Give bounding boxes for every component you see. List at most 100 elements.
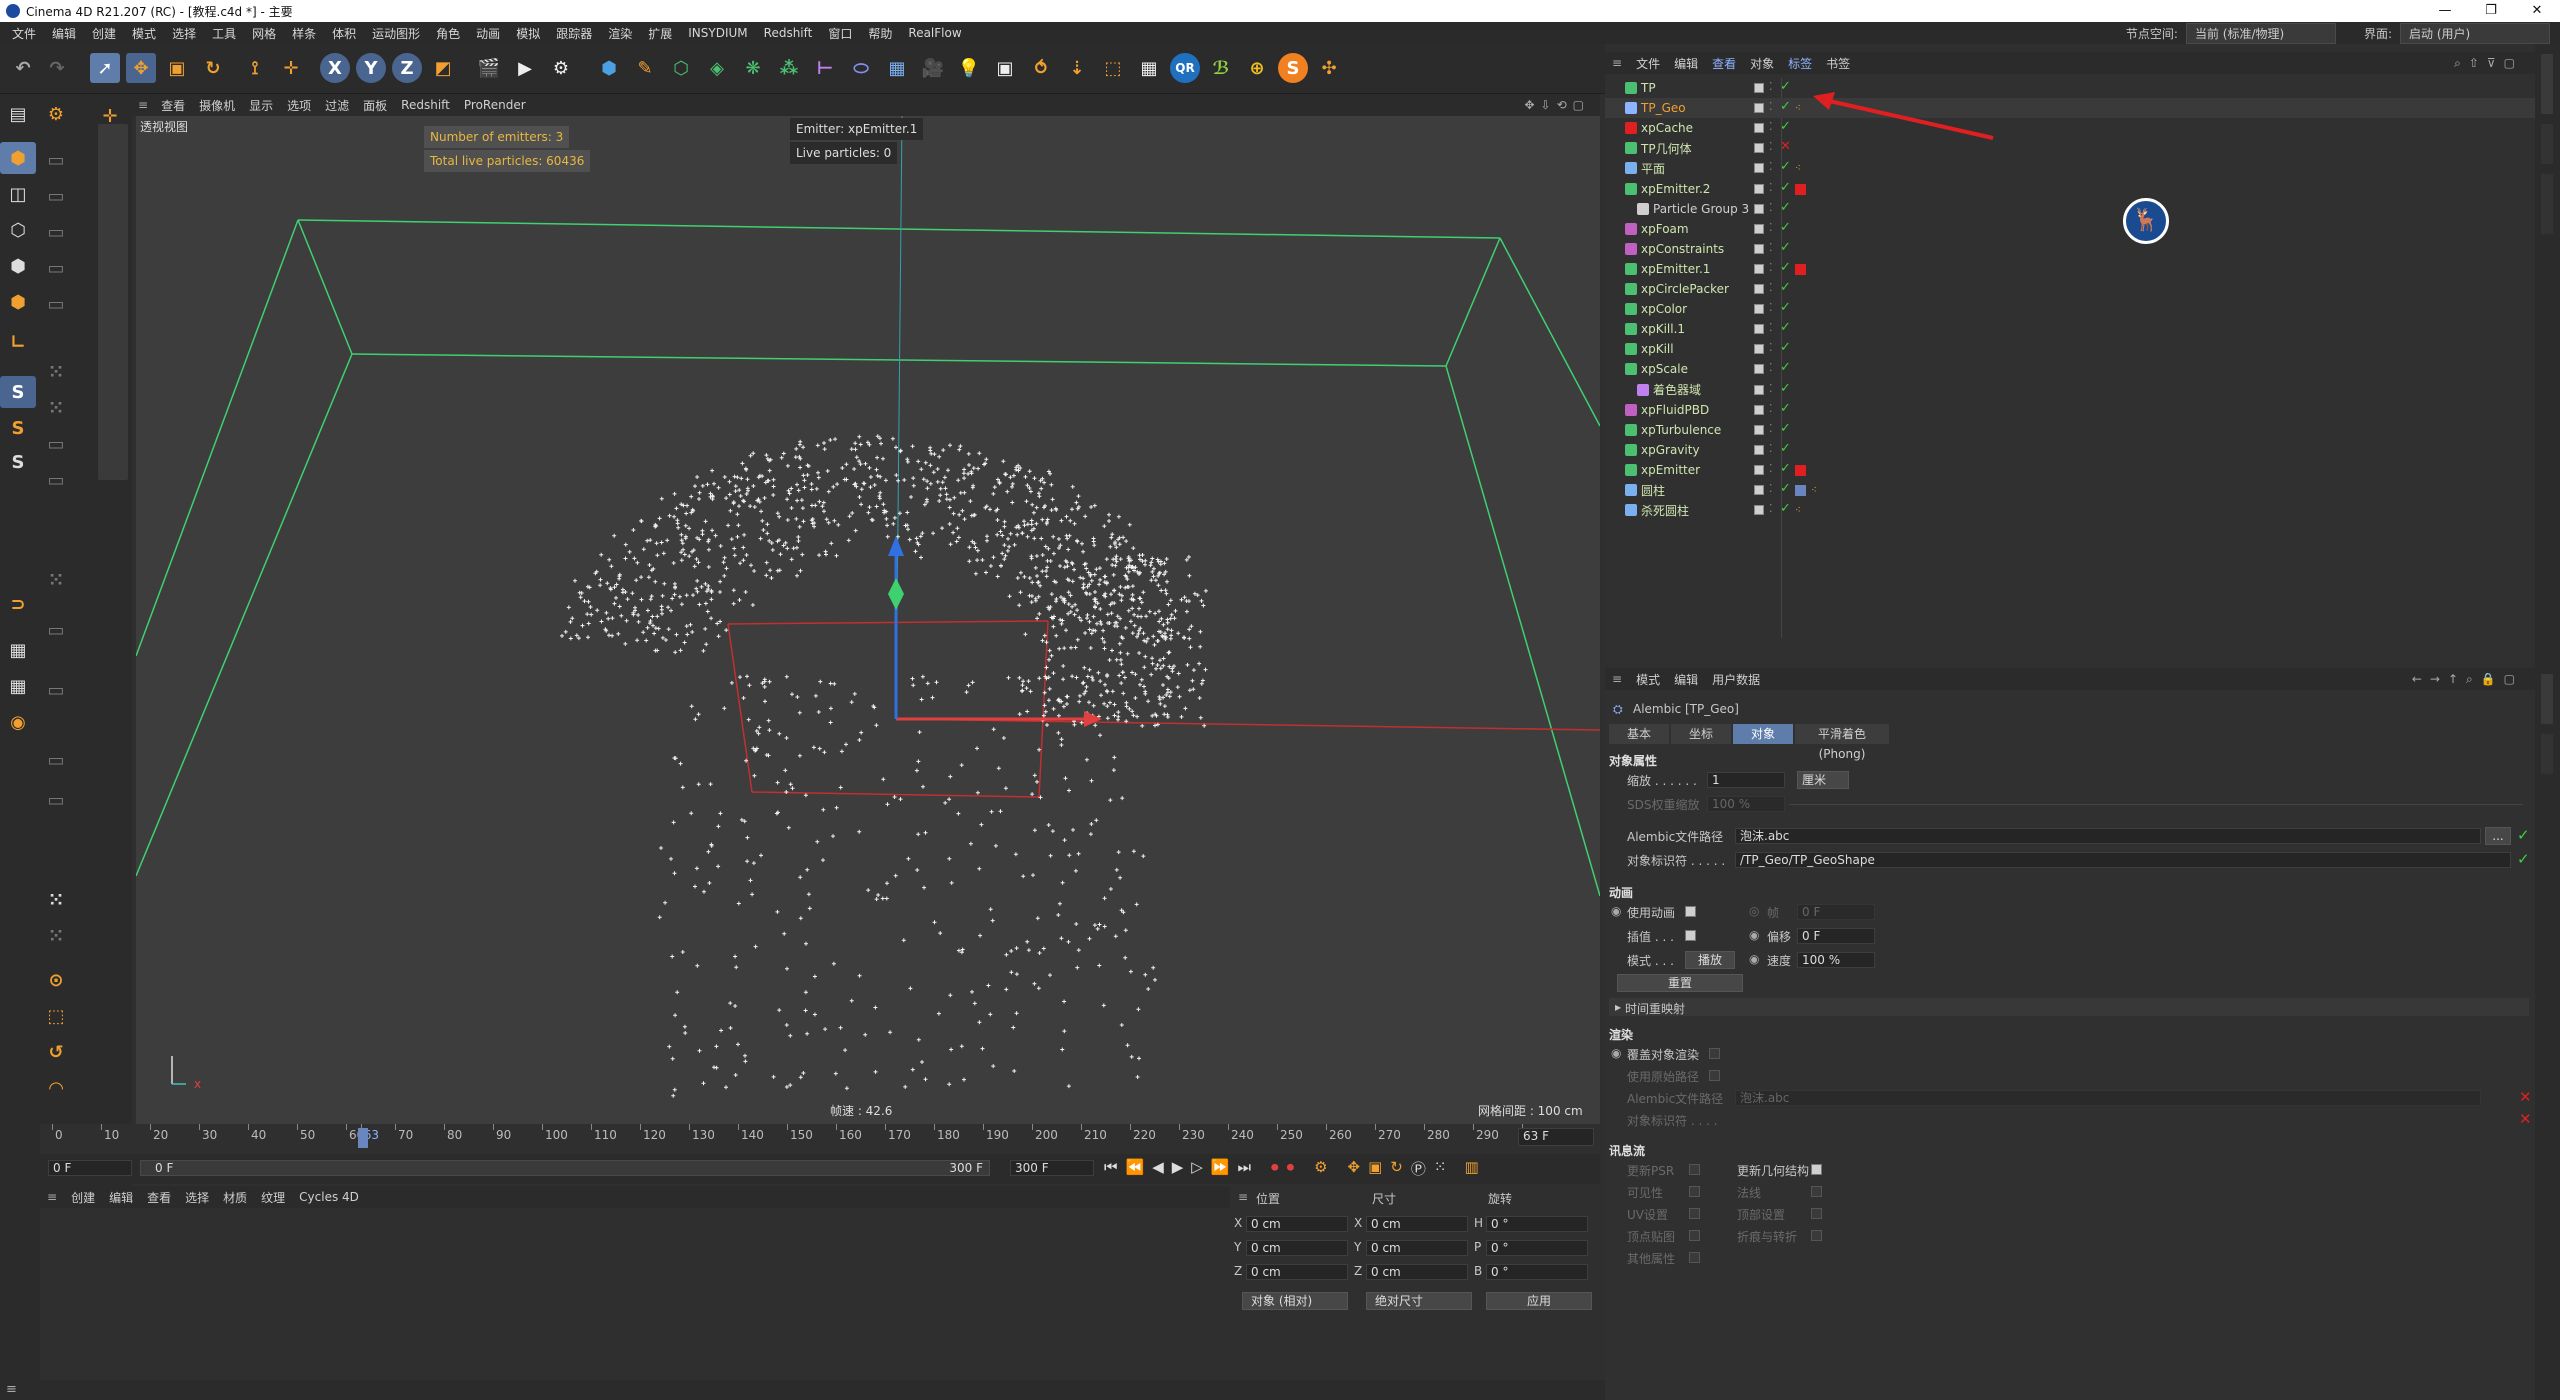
visibility-dots-icon[interactable]: ⁚ [1769, 181, 1773, 194]
node-space-dropdown[interactable]: 当前 (标准/物理) [2185, 22, 2336, 44]
camera-icon[interactable]: 🎥 [918, 53, 948, 83]
object-name[interactable]: xpEmitter.2 [1641, 182, 1710, 196]
update-psr-checkbox[interactable] [1689, 1164, 1700, 1175]
menu-volume[interactable]: 体积 [324, 25, 364, 42]
menu-mesh[interactable]: 网格 [244, 25, 284, 42]
maximize-button[interactable]: ❐ [2468, 0, 2514, 22]
layer-checkbox[interactable] [1754, 444, 1764, 455]
grid-icon[interactable]: ▦ [1134, 53, 1164, 83]
scale-field[interactable]: 1 [1707, 772, 1785, 788]
tool-slot-13[interactable]: ▭ [38, 744, 74, 776]
uv-checkbox[interactable] [1689, 1208, 1700, 1219]
object-name[interactable]: 平面 [1641, 160, 1665, 177]
pen-icon[interactable]: ✎ [630, 53, 660, 83]
size-mode-dropdown[interactable]: 绝对尺寸 [1366, 1292, 1472, 1310]
object-row[interactable]: xpCache ⁚ ✓ [1605, 118, 2535, 138]
enabled-check-icon[interactable]: ✓ [1780, 240, 1791, 255]
visibility-dots-icon[interactable]: ⁚ [1769, 120, 1773, 133]
layer-checkbox[interactable] [1754, 324, 1764, 335]
qr-icon[interactable]: QR [1170, 53, 1200, 83]
vp-menu-filter[interactable]: 过滤 [318, 97, 356, 114]
poly-select-icon[interactable]: ◠ [38, 1072, 74, 1104]
xp-emitter-icon[interactable]: ⇣ [1062, 53, 1092, 83]
am-nav-icons[interactable]: ←→↑⌕🔒▢ [2412, 672, 2523, 687]
field-icon[interactable]: ⬭ [846, 53, 876, 83]
layer-checkbox[interactable] [1754, 364, 1764, 375]
size-z-field[interactable]: 0 cm [1366, 1264, 1468, 1280]
make-editable-icon[interactable]: ▤ [0, 98, 36, 130]
select-tool-icon[interactable]: ➚ [90, 53, 120, 83]
recent-tool-icon[interactable]: ⟟ [240, 53, 270, 83]
side-tab-content[interactable] [2541, 174, 2553, 234]
object-name[interactable]: xpEmitter.1 [1641, 262, 1710, 276]
enabled-check-icon[interactable]: ✓ [1780, 381, 1791, 396]
record-icon[interactable]: ⏺ [1271, 1158, 1279, 1179]
end-frame-field[interactable]: 300 F [1010, 1160, 1094, 1176]
menu-edit[interactable]: 编辑 [44, 25, 84, 42]
time-remap-group[interactable]: ▸ 时间重映射 [1609, 998, 2529, 1016]
auto-key-icon[interactable]: ⏺ [1287, 1158, 1295, 1179]
rot-h-field[interactable]: 0 ° [1486, 1216, 1588, 1232]
layer-checkbox[interactable] [1754, 163, 1764, 174]
layer-checkbox[interactable] [1754, 123, 1764, 134]
om-menu-tags[interactable]: 标签 [1781, 55, 1819, 72]
workplane-icon[interactable]: ▦ [0, 634, 36, 666]
playhead[interactable] [358, 1128, 368, 1148]
render-picture-icon[interactable]: ▶ [510, 53, 540, 83]
prev-key-icon[interactable]: ⏪ [1126, 1158, 1145, 1179]
magnet-icon[interactable]: ⊃ [0, 588, 36, 620]
arrows-icon[interactable]: ✣ [1314, 53, 1344, 83]
render-view-icon[interactable]: 🎬 [474, 53, 504, 83]
visibility-dots-icon[interactable]: ⁚ [1769, 221, 1773, 234]
visibility-dots-icon[interactable]: ⁚ [1769, 241, 1773, 254]
speed-radio-icon[interactable]: ◉ [1749, 952, 1759, 966]
tab-basic[interactable]: 基本 [1609, 724, 1669, 744]
rect-select-icon[interactable]: ⬚ [38, 1000, 74, 1032]
menu-create[interactable]: 创建 [84, 25, 124, 42]
mat-menu-select[interactable]: 选择 [178, 1189, 216, 1206]
offset-field[interactable]: 0 F [1797, 928, 1875, 944]
menu-animate[interactable]: 动画 [468, 25, 508, 42]
cube-icon[interactable]: ⬢ [594, 53, 624, 83]
layer-checkbox[interactable] [1754, 83, 1764, 93]
object-row[interactable]: xpEmitter.1 ⁚ ✓ [1605, 259, 2535, 279]
key-rotation-icon[interactable]: ↻ [1390, 1158, 1403, 1179]
object-row[interactable]: xpKill ⁚ ✓ [1605, 339, 2535, 359]
visibility-dots-icon[interactable]: ⁚ [1769, 301, 1773, 314]
menu-character[interactable]: 角色 [428, 25, 468, 42]
am-menu-userdata[interactable]: 用户数据 [1705, 671, 1767, 688]
array-icon[interactable]: ◈ [702, 53, 732, 83]
menu-window[interactable]: 窗口 [820, 25, 860, 42]
scale-unit-dropdown[interactable]: 厘米 [1797, 771, 1849, 789]
visibility-dots-icon[interactable]: ⁚ [1769, 402, 1773, 415]
tool-slot-2[interactable]: ▭ [38, 180, 74, 212]
apply-button[interactable]: 应用 [1486, 1292, 1592, 1310]
layer-checkbox[interactable] [1754, 263, 1764, 274]
visibility-dots-icon[interactable]: ⁚ [1769, 341, 1773, 354]
object-row[interactable]: Particle Group 3 ⁚ ✓ [1605, 199, 2535, 219]
render-settings-icon[interactable]: ⚙ [546, 53, 576, 83]
object-name[interactable]: TP [1641, 81, 1656, 95]
timeline-ruler[interactable]: 0 10 20 30 40 50 60 63 70 80 90 100 110 120 130 140 150 1… [40, 1124, 1600, 1154]
object-row[interactable]: xpKill.1 ⁚ ✓ [1605, 319, 2535, 339]
frame-field[interactable]: 0 F [1797, 904, 1875, 920]
x-axis-icon[interactable]: X [320, 53, 350, 83]
play-icon[interactable]: ▶ [1172, 1158, 1184, 1179]
tool-slot-15[interactable]: ⁙ [38, 920, 74, 952]
object-row[interactable]: 着色器域 ⁚ ✓ [1605, 380, 2535, 400]
normals-checkbox[interactable] [1811, 1186, 1822, 1197]
object-name[interactable]: xpCirclePacker [1641, 282, 1729, 296]
object-name[interactable]: xpFoam [1641, 222, 1689, 236]
material-tag-icon[interactable] [1795, 464, 1806, 476]
layer-checkbox[interactable] [1754, 424, 1764, 435]
layer-checkbox[interactable] [1754, 485, 1764, 495]
enabled-check-icon[interactable]: ✓ [1780, 461, 1791, 476]
object-name[interactable]: TP_Geo [1641, 101, 1686, 115]
om-menu-objects[interactable]: 对象 [1743, 55, 1781, 72]
mat-menu-texture[interactable]: 纹理 [254, 1189, 292, 1206]
enabled-check-icon[interactable]: ✓ [1780, 200, 1791, 215]
offset-radio-icon[interactable]: ◉ [1749, 928, 1759, 942]
mograph-icon[interactable]: ❋ [738, 53, 768, 83]
visibility-dots-icon[interactable]: ⁚ [1769, 321, 1773, 334]
layer-checkbox[interactable] [1754, 404, 1764, 415]
